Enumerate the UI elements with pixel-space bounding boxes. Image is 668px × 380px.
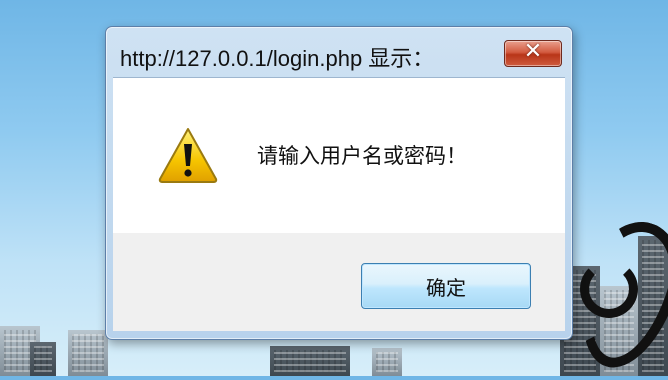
dialog-content: 请输入用户名或密码！ [113,77,565,234]
dialog-footer: 确定 [113,233,565,331]
dialog-title: http://127.0.0.1/login.php 显示： [120,46,435,71]
dialog-message: 请输入用户名或密码！ [257,144,467,168]
warning-icon [158,128,218,183]
watermark-mark [580,260,638,318]
ok-button[interactable]: 确定 [361,263,531,309]
dialog-title-bar[interactable]: http://127.0.0.1/login.php 显示： ✕ [106,27,572,77]
close-icon: ✕ [523,39,543,64]
alert-dialog: http://127.0.0.1/login.php 显示： ✕ 请输入用户名或… [105,26,573,340]
background-building [270,346,350,376]
background-building [372,348,402,376]
close-button[interactable]: ✕ [504,39,562,67]
background-building [68,330,108,376]
background-building [30,342,56,376]
